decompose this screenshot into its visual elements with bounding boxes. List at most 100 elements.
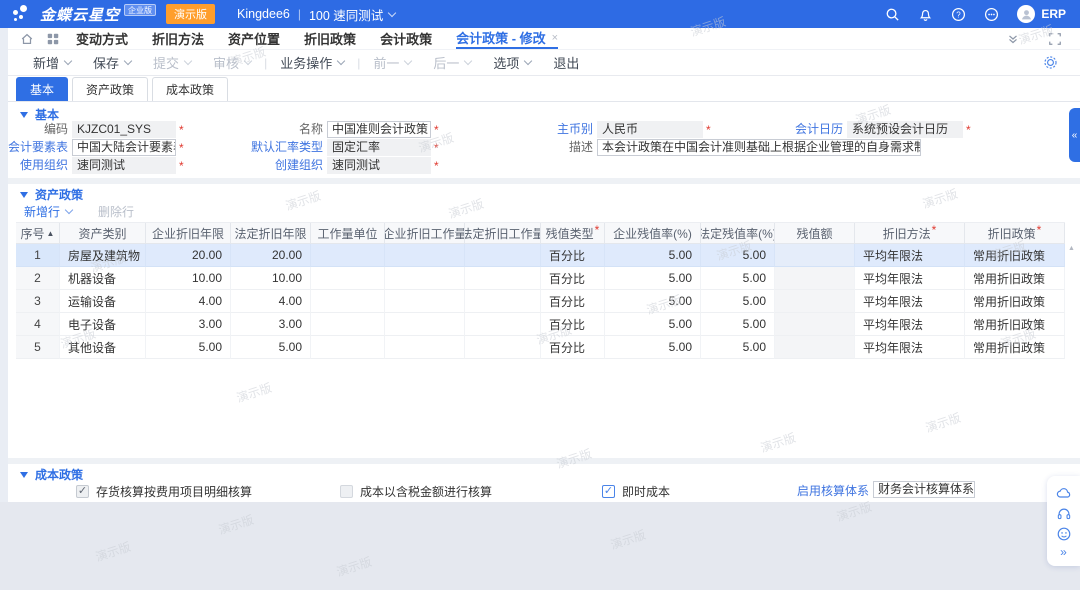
column-header-折旧政策[interactable]: 折旧政策* bbox=[965, 223, 1065, 244]
org-caret-icon[interactable] bbox=[388, 9, 396, 17]
grid-cell[interactable]: 5.00 bbox=[605, 244, 701, 267]
search-icon[interactable] bbox=[885, 7, 900, 22]
column-header-残值类型[interactable]: 残值类型* bbox=[541, 223, 605, 244]
grid-cell[interactable]: 百分比 bbox=[541, 336, 605, 359]
grid-cell[interactable] bbox=[385, 313, 465, 336]
doc-tab-会计政策[interactable]: 会计政策 bbox=[380, 28, 432, 49]
toolbar-button-选项[interactable]: 选项 bbox=[482, 53, 542, 72]
checkbox-box[interactable]: ✓ bbox=[602, 485, 615, 498]
grid-cell[interactable]: 20.00 bbox=[231, 244, 311, 267]
grid-scroll-up-icon[interactable]: ▲ bbox=[1068, 245, 1075, 252]
accounting-system-field[interactable]: 财务会计核算体系 bbox=[873, 481, 975, 498]
cloud-icon[interactable] bbox=[1056, 485, 1072, 501]
doc-tab-资产位置[interactable]: 资产位置 bbox=[228, 28, 280, 49]
grid-cell[interactable]: 平均年限法 bbox=[855, 336, 965, 359]
column-header-折旧方法[interactable]: 折旧方法* bbox=[855, 223, 965, 244]
column-header-法定残值率(%)[interactable]: 法定残值率(%) bbox=[701, 223, 775, 244]
smiley-icon[interactable] bbox=[1056, 526, 1072, 542]
grid-cell[interactable] bbox=[775, 290, 855, 313]
row-number-cell[interactable]: 3 bbox=[16, 290, 60, 313]
element-table-field[interactable]: 中国大陆会计要素表* bbox=[72, 139, 184, 156]
grid-cell[interactable] bbox=[385, 336, 465, 359]
grid-cell[interactable]: 常用折旧政策 bbox=[965, 290, 1065, 313]
apps-grid-icon[interactable] bbox=[46, 32, 60, 46]
name-value[interactable]: 中国准则会计政策 bbox=[332, 122, 428, 137]
grid-cell[interactable]: 5.00 bbox=[605, 313, 701, 336]
element-table-value[interactable]: 中国大陆会计要素表 bbox=[77, 140, 176, 155]
grid-cell[interactable]: 5.00 bbox=[605, 336, 701, 359]
settings-gear-icon[interactable] bbox=[1043, 55, 1058, 70]
toolbar-button-新增[interactable]: 新增 bbox=[22, 53, 82, 72]
grid-cell[interactable]: 5.00 bbox=[605, 290, 701, 313]
notification-bell-icon[interactable] bbox=[918, 7, 933, 22]
doc-tab-会计政策 - 修改[interactable]: 会计政策 - 修改× bbox=[456, 28, 558, 49]
grid-cell[interactable]: 平均年限法 bbox=[855, 244, 965, 267]
grid-cell[interactable] bbox=[465, 244, 541, 267]
grid-cell[interactable] bbox=[775, 336, 855, 359]
table-row[interactable]: 2机器设备10.0010.00百分比5.005.00平均年限法常用折旧政策 bbox=[16, 267, 1065, 290]
username[interactable]: ERP bbox=[1041, 7, 1066, 21]
grid-cell[interactable]: 5.00 bbox=[701, 313, 775, 336]
grid-cell[interactable]: 房屋及建筑物 bbox=[60, 244, 146, 267]
cost-section-header[interactable]: 成本政策 bbox=[20, 466, 83, 483]
form-tab-资产政策[interactable]: 资产政策 bbox=[72, 77, 148, 101]
grid-cell[interactable]: 4.00 bbox=[146, 290, 231, 313]
column-header-企业残值率(%)[interactable]: 企业残值率(%) bbox=[605, 223, 701, 244]
grid-cell[interactable] bbox=[465, 313, 541, 336]
grid-cell[interactable]: 5.00 bbox=[701, 336, 775, 359]
grid-cell[interactable] bbox=[311, 244, 385, 267]
column-header-序号[interactable]: 序号▲ bbox=[16, 223, 60, 244]
grid-cell[interactable]: 常用折旧政策 bbox=[965, 336, 1065, 359]
doc-tab-折旧政策[interactable]: 折旧政策 bbox=[304, 28, 356, 49]
grid-cell[interactable] bbox=[385, 267, 465, 290]
use-org-label[interactable]: 使用组织 bbox=[8, 157, 68, 174]
grid-cell[interactable]: 百分比 bbox=[541, 313, 605, 336]
grid-cell[interactable] bbox=[775, 313, 855, 336]
column-header-残值额[interactable]: 残值额 bbox=[775, 223, 855, 244]
grid-cell[interactable]: 机器设备 bbox=[60, 267, 146, 290]
headset-icon[interactable] bbox=[1056, 506, 1072, 522]
name-field[interactable]: 中国准则会计政策CN* bbox=[327, 121, 439, 138]
row-number-cell[interactable]: 2 bbox=[16, 267, 60, 290]
grid-cell[interactable]: 5.00 bbox=[701, 290, 775, 313]
grid-cell[interactable]: 平均年限法 bbox=[855, 290, 965, 313]
grid-cell[interactable]: 其他设备 bbox=[60, 336, 146, 359]
grid-action-新增行[interactable]: 新增行 bbox=[24, 203, 72, 220]
grid-cell[interactable] bbox=[775, 244, 855, 267]
grid-cell[interactable]: 常用折旧政策 bbox=[965, 244, 1065, 267]
form-tab-基本[interactable]: 基本 bbox=[16, 77, 68, 101]
grid-cell[interactable]: 平均年限法 bbox=[855, 267, 965, 290]
grid-cell[interactable]: 4.00 bbox=[231, 290, 311, 313]
grid-cell[interactable]: 运输设备 bbox=[60, 290, 146, 313]
table-row[interactable]: 3运输设备4.004.00百分比5.005.00平均年限法常用折旧政策 bbox=[16, 290, 1065, 313]
user-avatar[interactable] bbox=[1017, 5, 1035, 23]
grid-cell[interactable]: 5.00 bbox=[231, 336, 311, 359]
grid-cell[interactable]: 3.00 bbox=[146, 313, 231, 336]
grid-cell[interactable]: 常用折旧政策 bbox=[965, 313, 1065, 336]
grid-cell[interactable] bbox=[465, 336, 541, 359]
doc-tab-变动方式[interactable]: 变动方式 bbox=[76, 28, 128, 49]
grid-cell[interactable] bbox=[311, 336, 385, 359]
row-number-cell[interactable]: 4 bbox=[16, 313, 60, 336]
column-header-法定折旧年限[interactable]: 法定折旧年限 bbox=[231, 223, 311, 244]
table-row[interactable]: 5其他设备5.005.00百分比5.005.00平均年限法常用折旧政策 bbox=[16, 336, 1065, 359]
table-row[interactable]: 1房屋及建筑物20.0020.00百分比5.005.00平均年限法常用折旧政策 bbox=[16, 244, 1065, 267]
column-header-资产类别[interactable]: 资产类别 bbox=[60, 223, 146, 244]
doc-tab-折旧方法[interactable]: 折旧方法 bbox=[152, 28, 204, 49]
grid-cell[interactable]: 5.00 bbox=[701, 267, 775, 290]
main-currency-label[interactable]: 主币别 bbox=[480, 121, 593, 138]
grid-cell[interactable] bbox=[311, 267, 385, 290]
form-tab-成本政策[interactable]: 成本政策 bbox=[152, 77, 228, 101]
column-header-企业折旧工作量[interactable]: 企业折旧工作量 bbox=[385, 223, 465, 244]
grid-cell[interactable]: 平均年限法 bbox=[855, 313, 965, 336]
grid-cell[interactable]: 20.00 bbox=[146, 244, 231, 267]
grid-cell[interactable]: 3.00 bbox=[231, 313, 311, 336]
help-icon[interactable]: ? bbox=[951, 7, 966, 22]
grid-cell[interactable]: 百分比 bbox=[541, 244, 605, 267]
column-header-法定折旧工作量[interactable]: 法定折旧工作量 bbox=[465, 223, 541, 244]
checkbox-即时成本[interactable]: ✓即时成本 bbox=[602, 483, 670, 500]
description-value[interactable]: 本会计政策在中国会计准则基础上根据企业管理的自身需求制定 bbox=[602, 140, 921, 155]
asset-section-header[interactable]: 资产政策 bbox=[20, 186, 83, 203]
toolbar-button-退出[interactable]: 退出 bbox=[542, 53, 590, 72]
collapse-tabs-icon[interactable] bbox=[1006, 32, 1020, 46]
